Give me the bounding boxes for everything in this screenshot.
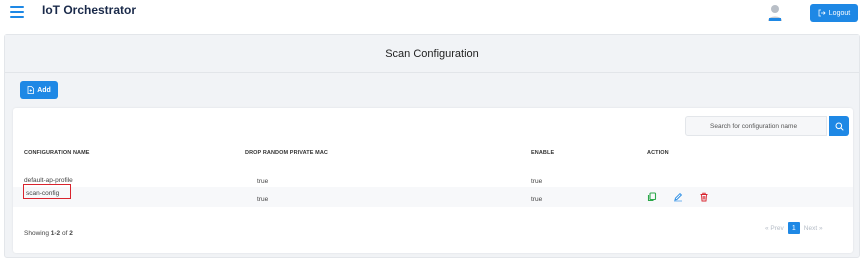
main-panel: Scan Configuration Add CONFIGURATION NAM… — [4, 34, 860, 258]
enable-cell: true — [531, 196, 543, 203]
app-title: IoT Orchestrator — [42, 3, 137, 17]
user-avatar-icon[interactable] — [767, 4, 783, 22]
page-header: Scan Configuration — [5, 35, 859, 73]
showing-range: 1-2 — [50, 230, 61, 237]
table-row: default-ap-profile true true — [13, 167, 853, 187]
add-document-icon — [27, 86, 35, 94]
showing-count: Showing 1-2 of 2 — [24, 230, 73, 237]
col-action: ACTION — [647, 150, 669, 156]
config-table-card: CONFIGURATION NAME DROP RANDOM PRIVATE M… — [13, 108, 853, 253]
drop-mac-cell: true — [257, 196, 269, 203]
logout-label: Logout — [828, 9, 851, 17]
col-configuration-name[interactable]: CONFIGURATION NAME — [24, 150, 90, 156]
config-name-cell[interactable]: default-ap-profile — [24, 177, 73, 184]
search-icon — [835, 122, 844, 131]
row-actions — [647, 192, 709, 202]
table-row: scan-config true true — [13, 187, 853, 207]
page-1-button[interactable]: 1 — [787, 222, 800, 234]
add-label: Add — [37, 86, 51, 94]
top-bar: IoT Orchestrator Logout — [0, 0, 864, 30]
search-input[interactable] — [685, 116, 827, 136]
config-table: CONFIGURATION NAME DROP RANDOM PRIVATE M… — [13, 141, 853, 207]
logout-button[interactable]: Logout — [810, 4, 858, 22]
col-enable[interactable]: ENABLE — [531, 150, 554, 156]
drop-mac-cell: true — [257, 178, 269, 185]
hamburger-menu-icon[interactable] — [10, 6, 24, 18]
edit-icon[interactable] — [673, 192, 683, 202]
logout-icon — [818, 9, 826, 17]
prev-page-button[interactable]: « Prev — [765, 225, 784, 232]
search-button[interactable] — [829, 116, 849, 136]
showing-prefix: Showing — [24, 230, 51, 237]
table-header: CONFIGURATION NAME DROP RANDOM PRIVATE M… — [13, 141, 853, 167]
copy-icon[interactable] — [647, 192, 657, 202]
pagination: « Prev 1 Next » — [765, 222, 823, 234]
enable-cell: true — [531, 178, 543, 185]
highlight-box — [23, 184, 71, 199]
delete-icon[interactable] — [699, 192, 709, 202]
col-drop-random-private-mac[interactable]: DROP RANDOM PRIVATE MAC — [245, 150, 328, 156]
search-bar — [685, 116, 849, 136]
next-page-button[interactable]: Next » — [804, 225, 823, 232]
showing-total: 2 — [69, 230, 73, 237]
showing-of: of — [60, 230, 70, 237]
page-title: Scan Configuration — [385, 48, 479, 60]
add-button[interactable]: Add — [20, 81, 58, 99]
